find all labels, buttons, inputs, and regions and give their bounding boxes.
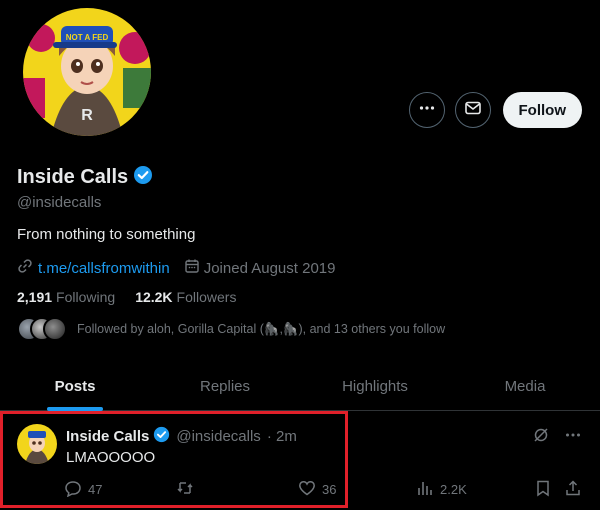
profile-joined: Joined August 2019 <box>203 259 336 277</box>
post-top-actions <box>532 426 582 449</box>
reply-count: 47 <box>88 482 103 497</box>
post-author-name[interactable]: Inside Calls <box>66 428 149 445</box>
following-label: Following <box>56 289 116 305</box>
followed-by[interactable]: Followed by aloh, Gorilla Capital (🦍,🦍),… <box>17 317 445 341</box>
profile-tabs: Posts Replies Highlights Media <box>0 362 600 411</box>
post-item[interactable]: Inside Calls @insidecalls · 2m LMAOOOOO … <box>0 411 600 510</box>
following-count-link[interactable]: 2,191 Following <box>17 289 115 305</box>
post-author-avatar[interactable] <box>17 424 57 464</box>
profile-bio: From nothing to something <box>17 226 196 243</box>
followed-by-text: Followed by aloh, Gorilla Capital (🦍,🦍),… <box>77 321 446 336</box>
post-timestamp[interactable]: · 2m <box>267 428 297 445</box>
tab-highlights[interactable]: Highlights <box>300 362 450 410</box>
tab-replies-label: Replies <box>199 377 251 395</box>
follow-button[interactable]: Follow <box>502 92 582 128</box>
views-icon <box>416 479 434 500</box>
followers-label: Followers <box>176 289 237 305</box>
tab-media-label: Media <box>504 377 546 395</box>
avatar-cap-text: NOT A FED <box>66 33 109 42</box>
post-action-bar: 47 36 2.2K <box>64 479 584 501</box>
follower-avatar <box>43 317 67 341</box>
reply-icon <box>64 479 82 500</box>
share-button[interactable] <box>564 479 582 500</box>
tab-highlights-label: Highlights <box>342 377 408 395</box>
post-author-handle[interactable]: @insidecalls <box>176 428 260 445</box>
tab-posts-label: Posts <box>54 377 96 395</box>
heart-icon <box>298 479 316 500</box>
views-count: 2.2K <box>440 482 467 497</box>
tab-posts[interactable]: Posts <box>0 362 150 411</box>
repost-button[interactable] <box>176 479 200 500</box>
bookmark-icon <box>534 479 552 500</box>
profile-avatar[interactable]: NOT A FED R <box>23 8 151 136</box>
tab-media[interactable]: Media <box>450 362 600 410</box>
profile-counts: 2,191 Following 12.2K Followers <box>17 289 236 305</box>
views-button[interactable]: 2.2K <box>416 479 467 500</box>
message-button[interactable] <box>454 92 491 128</box>
grok-icon[interactable] <box>532 426 550 449</box>
verified-badge-icon[interactable] <box>133 165 153 190</box>
profile-link[interactable]: t.me/callsfromwithin <box>38 260 170 277</box>
calendar-icon <box>184 258 200 278</box>
more-icon[interactable] <box>564 426 582 449</box>
tab-replies[interactable]: Replies <box>150 362 300 410</box>
repost-icon <box>176 479 194 500</box>
post-header: Inside Calls @insidecalls · 2m <box>66 426 297 447</box>
bookmark-button[interactable] <box>534 479 552 500</box>
profile-meta: t.me/callsfromwithin Joined August 2019 <box>17 258 335 278</box>
profile-name: Inside Calls <box>17 166 129 188</box>
envelope-icon <box>464 99 482 122</box>
followers-count: 12.2K <box>135 289 173 305</box>
reply-button[interactable]: 47 <box>64 479 102 500</box>
more-icon <box>418 99 436 122</box>
verified-badge-icon[interactable] <box>153 426 170 447</box>
post-text: LMAOOOOO <box>66 449 156 466</box>
profile-avatar-frame[interactable]: NOT A FED R <box>20 5 154 139</box>
link-icon <box>17 258 33 278</box>
profile-handle: @insidecalls <box>17 194 102 211</box>
followed-by-avatars <box>17 317 69 341</box>
like-count: 36 <box>322 482 337 497</box>
like-button[interactable]: 36 <box>298 479 336 500</box>
more-button[interactable] <box>408 92 445 128</box>
share-icon <box>564 479 582 500</box>
following-count: 2,191 <box>17 289 53 305</box>
profile-actions: Follow <box>408 92 582 128</box>
svg-text:R: R <box>81 107 93 124</box>
profile-name-row: Inside Calls <box>17 165 153 190</box>
followers-count-link[interactable]: 12.2K Followers <box>135 289 236 305</box>
